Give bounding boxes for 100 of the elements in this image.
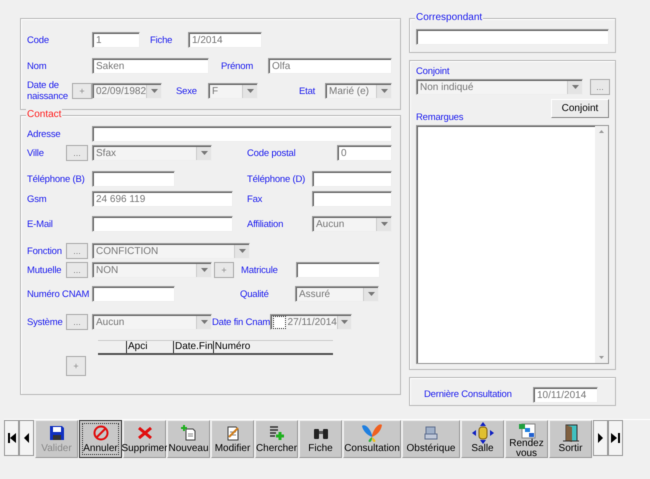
input-field[interactable]: 1 [92, 32, 140, 48]
toolbar-button[interactable]: Nouveau [167, 420, 210, 458]
field-label: Prénom [221, 60, 254, 72]
first-button[interactable] [4, 420, 19, 456]
toolbar-button[interactable]: Rendez vous [505, 420, 548, 458]
input-field[interactable] [92, 286, 175, 302]
field-label: Téléphone (D) [247, 174, 306, 184]
dropdown[interactable]: Sfax [92, 145, 212, 161]
input-field[interactable]: 24 696 119 [92, 191, 233, 207]
toolbar-button[interactable]: Supprimer [123, 420, 166, 458]
date-field[interactable]: 27/11/2014 [270, 314, 352, 330]
toolbar-button[interactable]: Modifier [211, 420, 254, 458]
conjoint-button[interactable]: Conjoint [551, 99, 609, 118]
caret-icon [380, 222, 388, 226]
toolbar-button[interactable]: Salle [461, 420, 504, 458]
first-icon [7, 432, 16, 444]
dropdown[interactable]: Assuré [295, 286, 379, 302]
toolbar-button[interactable]: Annuler [79, 420, 122, 458]
no-sign-icon [92, 425, 108, 441]
input-field[interactable]: 10/11/2014 [533, 386, 598, 402]
remarks-field[interactable] [416, 125, 609, 364]
caret-icon [150, 89, 158, 93]
field-label: Remargues [416, 112, 464, 123]
field-label: Sexe [176, 86, 198, 96]
toolbar-button[interactable]: Sortir [549, 420, 592, 458]
dropdown[interactable]: Marié (e) [325, 83, 392, 99]
door-icon [562, 424, 578, 442]
column-header: Apci [126, 341, 173, 353]
field-label: Numéro CNAM [27, 288, 90, 300]
caret-icon [246, 89, 254, 93]
field-label: E-Mail [27, 218, 54, 230]
previous-button[interactable] [19, 420, 34, 456]
field-label: Affiliation [247, 218, 284, 230]
input-field[interactable] [296, 262, 380, 278]
small-button[interactable]: ... [590, 79, 610, 95]
input-field[interactable] [92, 126, 392, 142]
dropdown[interactable]: F [208, 83, 258, 99]
last-icon [611, 432, 620, 444]
edit-document-icon [224, 425, 240, 441]
last-button[interactable] [608, 420, 623, 456]
input-field[interactable] [312, 191, 392, 207]
binoculars-icon [312, 426, 328, 440]
dropdown[interactable]: Non indiqué [416, 79, 583, 95]
column-header: Date.Fin [173, 341, 213, 353]
field-label: Adresse [27, 128, 62, 140]
dropdown[interactable]: 02/09/1982 [92, 83, 162, 99]
field-label: Fax [247, 194, 264, 204]
previous-icon [22, 432, 31, 444]
list-plus-icon [268, 425, 284, 441]
input-field[interactable] [312, 171, 392, 187]
field-label: Code [27, 34, 50, 46]
input-field[interactable] [92, 216, 233, 232]
field-label: Téléphone (B) [27, 174, 86, 184]
next-button[interactable] [593, 420, 608, 456]
field-label: Conjoint [416, 66, 450, 77]
group-title: Contact [26, 109, 62, 120]
small-button[interactable]: + [72, 83, 92, 99]
small-button[interactable]: + [66, 356, 86, 376]
small-button[interactable]: ... [66, 145, 88, 161]
field-label: Nom [27, 60, 48, 72]
toolbar-button[interactable]: Chercher [255, 420, 298, 458]
dropdown[interactable]: Aucun [312, 216, 392, 232]
windows-icon [518, 423, 536, 439]
caret-icon [200, 151, 208, 155]
small-button[interactable]: + [214, 262, 234, 278]
field-label: Système [27, 316, 64, 328]
small-button[interactable]: ... [66, 314, 88, 330]
toolbar-button[interactable]: Obstérique [402, 420, 460, 458]
caret-icon [368, 292, 374, 296]
column-header: Numéro [212, 341, 297, 353]
checkbox[interactable] [273, 316, 286, 328]
small-button[interactable]: ... [66, 243, 88, 259]
small-button[interactable]: ... [66, 262, 88, 278]
caret-icon [380, 89, 388, 93]
field-label: Gsm [27, 194, 48, 204]
dropdown[interactable]: CONFICTION [92, 243, 250, 259]
input-field[interactable]: Olfa [268, 58, 392, 74]
field-label: Matricule [241, 264, 279, 276]
field-label: Qualité [240, 288, 270, 300]
field-label: Date fin Cnam [212, 316, 270, 328]
input-field[interactable]: 0 [337, 145, 392, 161]
field-label: Fiche [150, 34, 174, 46]
input-field[interactable]: Saken [92, 58, 209, 74]
toolbar-button[interactable]: Fiche [299, 420, 342, 458]
input-field[interactable] [416, 29, 609, 45]
floppy-icon [48, 425, 64, 441]
field-label: Date de naissance [27, 80, 69, 102]
caret-icon [200, 268, 208, 272]
field-label: Fonction [27, 246, 63, 256]
field-label: Dernière Consultation [424, 389, 513, 400]
input-field[interactable]: 1/2014 [188, 32, 262, 48]
new-document-icon [180, 425, 196, 441]
field-label: Code postal [247, 148, 297, 158]
move-arrows-icon [472, 422, 494, 444]
toolbar-button[interactable]: Consultation [343, 420, 401, 458]
field-label: Ville [27, 148, 45, 158]
butterfly-icon [361, 423, 383, 443]
input-field[interactable] [92, 171, 175, 187]
dropdown[interactable]: NON [92, 262, 212, 278]
dropdown[interactable]: Aucun [92, 314, 212, 330]
